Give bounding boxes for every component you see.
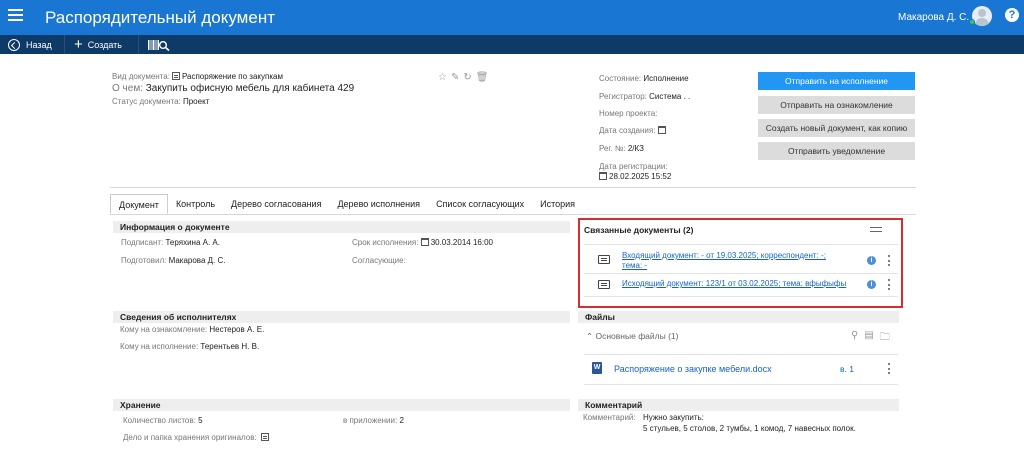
filter-settings-icon[interactable]	[870, 226, 882, 234]
sheets-count-field: Количество листов: 5	[123, 416, 203, 425]
tab-execution-tree[interactable]: Дерево исполнения	[329, 194, 428, 214]
files-divider	[584, 384, 898, 385]
toolbar-divider	[138, 35, 139, 54]
calendar-icon	[420, 238, 429, 246]
files-divider	[584, 354, 898, 355]
tab-history[interactable]: История	[532, 194, 583, 214]
calendar-icon	[657, 126, 666, 134]
related-divider	[584, 296, 898, 297]
related-documents-title: Связанные документы (2)	[584, 225, 694, 235]
signer-field: Подписант: Теряхина А. А.	[121, 238, 220, 247]
created-date-field: Дата создания:	[599, 126, 668, 135]
tab-bar: Документ Контроль Дерево согласования Де…	[110, 194, 583, 216]
reg-number-field: Рег. №: 2/КЗ	[599, 144, 644, 153]
comment-section-title: Комментарий	[578, 399, 899, 411]
storage-folder-field: Дело и папка хранения оригиналов:	[123, 433, 271, 442]
back-label: Назад	[26, 39, 52, 50]
page-title: Распорядительный документ	[45, 8, 275, 27]
main-files-group[interactable]: ⌃ Основные файлы (1)	[586, 331, 678, 342]
reg-date-label: Дата регистрации:	[599, 162, 668, 171]
chevron-up-icon: ⌃	[586, 331, 594, 341]
create-label: Создать	[87, 39, 122, 50]
folder-icon[interactable]: 🗀	[880, 330, 890, 347]
appendix-field: в приложении: 2	[343, 416, 404, 425]
related-document-link[interactable]: Входящий документ: - от 19.03.2025; корр…	[622, 251, 826, 271]
send-notification-button[interactable]: Отправить уведомление	[758, 142, 915, 160]
back-arrow-icon	[8, 38, 20, 51]
back-button[interactable]: Назад	[8, 35, 52, 54]
avatar[interactable]	[972, 6, 992, 26]
word-file-icon: W	[592, 362, 602, 374]
refresh-icon[interactable]: ↻	[463, 72, 471, 83]
approvers-field: Согласующие:	[352, 256, 406, 265]
tab-approval-tree[interactable]: Дерево согласования	[223, 194, 329, 214]
tab-document[interactable]: Документ	[110, 194, 168, 214]
header-divider	[110, 187, 916, 188]
star-icon[interactable]: ☆	[438, 72, 447, 83]
project-number-field: Номер проекта:	[599, 109, 658, 118]
edit-icon[interactable]: ✎	[451, 72, 459, 83]
document-type-icon	[171, 72, 180, 80]
info-icon[interactable]: i	[867, 280, 876, 289]
tab-control[interactable]: Контроль	[168, 194, 223, 214]
registrar-field: Регистратор: Система . .	[599, 92, 691, 101]
scanner-icon[interactable]: ▤	[864, 330, 873, 347]
calendar-icon	[599, 172, 607, 180]
signature-icon[interactable]: ⚲	[851, 330, 858, 347]
comment-line: 5 стульев, 5 столов, 2 тумбы, 1 комод, 7…	[643, 424, 856, 433]
related-document-link[interactable]: Исходящий документ: 123/1 от 03.02.2025;…	[622, 279, 846, 289]
user-name[interactable]: Макарова Д. С.	[898, 12, 969, 23]
document-status: Статус документа: Проект	[112, 97, 210, 106]
barcode-search-button[interactable]	[148, 35, 170, 54]
toolbar: Назад + Создать	[0, 35, 1024, 54]
toolbar-divider	[64, 35, 65, 54]
reg-date-value: 28.02.2025 15:52	[599, 172, 671, 181]
info-icon[interactable]: i	[867, 256, 876, 265]
folder-document-icon[interactable]	[260, 433, 269, 441]
document-subject: О чем: Закупить офисную мебель для кабин…	[112, 83, 355, 94]
create-button[interactable]: + Создать	[74, 35, 122, 54]
file-link[interactable]: Распоряжение о закупке мебели.docx	[614, 364, 772, 374]
review-recipient-field: Кому на ознакомление: Нестеров А. Е.	[120, 325, 265, 334]
document-icon	[598, 255, 610, 264]
document-type: Вид документа: Распоряжение по закупкам	[112, 72, 283, 81]
tab-approvers-list[interactable]: Список согласующих	[428, 194, 532, 214]
deadline-field: Срок исполнения: 30.03.2014 16:00	[352, 238, 493, 247]
trash-icon[interactable]: 🗑	[476, 72, 489, 83]
barcode-search-icon	[148, 39, 170, 51]
executors-section-title: Сведения об исполнителях	[113, 311, 570, 323]
state-field: Состояние: Исполнение	[599, 74, 689, 83]
more-options-icon[interactable]	[887, 279, 891, 291]
top-bar: Распорядительный документ Макарова Д. С.…	[0, 0, 1024, 35]
info-section-title: Информация о документе	[113, 221, 570, 233]
files-section-title: Файлы	[578, 311, 899, 323]
file-version[interactable]: в. 1	[840, 364, 854, 374]
comment-line: Нужно закупить:	[643, 413, 704, 422]
help-icon[interactable]: ?	[1005, 8, 1019, 22]
online-status-icon	[969, 19, 975, 25]
menu-icon[interactable]	[8, 9, 23, 21]
plus-icon: +	[74, 36, 83, 53]
document-icon	[598, 280, 610, 289]
related-divider	[584, 273, 898, 274]
comment-label: Комментарий:	[583, 413, 636, 422]
prepared-field: Подготовил: Макарова Д. С.	[121, 256, 226, 265]
storage-section-title: Хранение	[113, 399, 570, 411]
more-options-icon[interactable]	[887, 363, 891, 375]
send-execution-button[interactable]: Отправить на исполнение	[758, 72, 915, 90]
send-review-button[interactable]: Отправить на ознакомление	[758, 96, 915, 114]
document-actions: ☆ ✎ ↻ 🗑	[438, 72, 488, 83]
execution-recipient-field: Кому на исполнение: Терентьев Н. В.	[120, 342, 260, 351]
tabs-divider	[110, 214, 916, 215]
create-copy-button[interactable]: Создать новый документ, как копию	[758, 119, 915, 137]
files-actions: ⚲ ▤ 🗀	[851, 330, 890, 347]
related-divider	[584, 244, 898, 245]
more-options-icon[interactable]	[887, 255, 891, 267]
